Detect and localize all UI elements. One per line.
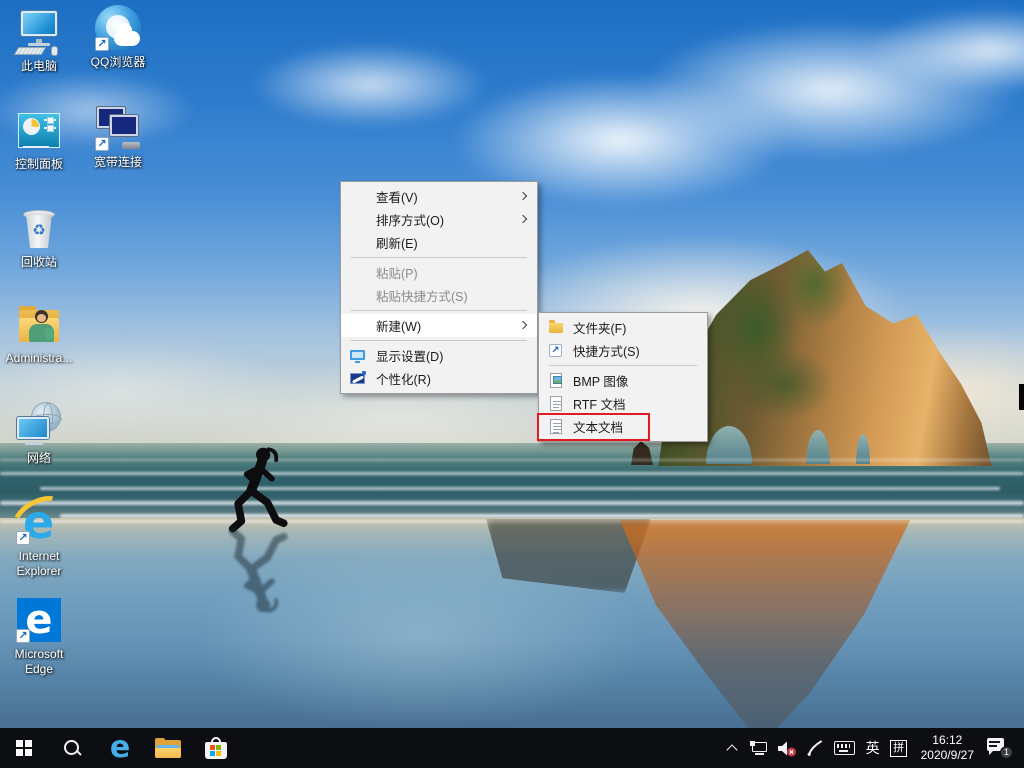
submenu-item-rtf-document[interactable]: RTF 文档: [539, 392, 707, 415]
notification-badge: 1: [1000, 746, 1013, 759]
tray-language-indicator[interactable]: 英: [861, 728, 885, 768]
clock-time: 16:12: [921, 733, 974, 748]
icon-label: 宽带连接: [80, 155, 156, 170]
recycle-bin-icon: ♻: [15, 204, 63, 252]
folder-icon: [548, 320, 564, 336]
chevron-right-icon: [519, 321, 527, 329]
action-center-button[interactable]: 1: [982, 728, 1018, 768]
menu-item-paste-shortcut[interactable]: 粘贴快捷方式(S): [341, 284, 537, 307]
clock-date: 2020/9/27: [921, 748, 974, 763]
shortcut-arrow-icon: [95, 137, 109, 151]
tray-network[interactable]: [745, 728, 773, 768]
search-button[interactable]: [48, 728, 96, 768]
menu-separator: [351, 257, 527, 258]
microsoft-edge-icon: e: [15, 596, 63, 644]
desktop-icon-internet-explorer[interactable]: e Internet Explorer: [1, 498, 77, 579]
chevron-up-icon: [726, 744, 737, 755]
submenu-item-folder[interactable]: 文件夹(F): [539, 316, 707, 339]
wave-foam: [0, 501, 1024, 505]
icon-label: 回收站: [1, 255, 77, 270]
runner-reflection: [214, 515, 297, 615]
volume-muted-icon: [777, 740, 797, 757]
menu-separator: [549, 365, 697, 366]
windows-logo-icon: [16, 740, 33, 757]
file-explorer-icon: [155, 738, 181, 758]
shortcut-arrow-icon: [16, 531, 30, 545]
chevron-right-icon: [519, 192, 527, 200]
menu-item-display-settings[interactable]: 显示设置(D): [341, 344, 537, 367]
menu-separator: [351, 310, 527, 311]
icon-label: 控制面板: [1, 157, 77, 172]
network-status-icon: [750, 741, 768, 755]
pen-icon: [806, 739, 824, 757]
menu-item-new[interactable]: 新建(W): [341, 314, 537, 337]
network-icon: [15, 400, 63, 448]
desktop-icon-microsoft-edge[interactable]: e Microsoft Edge: [1, 596, 77, 677]
desktop-context-menu: 查看(V) 排序方式(O) 刷新(E) 粘贴(P) 粘贴快捷方式(S) 新建(W…: [340, 181, 538, 394]
wave-foam: [40, 487, 1000, 490]
submenu-item-shortcut[interactable]: 快捷方式(S): [539, 339, 707, 362]
wave-foam: [0, 472, 1024, 475]
rtf-file-icon: [548, 396, 564, 412]
icon-label: Administra...: [1, 351, 77, 366]
screen-edge-artifact: [1019, 384, 1024, 410]
tray-clock[interactable]: 16:12 2020/9/27: [913, 728, 982, 768]
desktop-icon-network[interactable]: 网络: [1, 400, 77, 466]
search-icon: [63, 739, 81, 757]
desktop-icon-control-panel[interactable]: 控制面板: [1, 106, 77, 172]
microsoft-store-icon: [204, 736, 228, 760]
desktop-icon-recycle-bin[interactable]: ♻ 回收站: [1, 204, 77, 270]
icon-label: Microsoft Edge: [1, 647, 77, 677]
shortcut-arrow-icon: [95, 37, 109, 51]
wave-foam: [0, 459, 1024, 461]
icon-label: 此电脑: [1, 59, 77, 74]
tray-pen[interactable]: [801, 728, 829, 768]
windows-desktop: 此电脑 QQ浏览器 控制面板 宽带连接 ♻ 回收站: [0, 0, 1024, 768]
tray-volume[interactable]: [773, 728, 801, 768]
chevron-right-icon: [519, 215, 527, 223]
icon-label: 网络: [1, 451, 77, 466]
taskbar: e: [0, 728, 1024, 768]
internet-explorer-icon: e: [15, 498, 63, 546]
microsoft-store-button[interactable]: [192, 728, 240, 768]
qq-browser-icon: [94, 4, 142, 52]
menu-item-refresh[interactable]: 刷新(E): [341, 231, 537, 254]
broadband-icon: [94, 104, 142, 152]
menu-item-sort-by[interactable]: 排序方式(O): [341, 208, 537, 231]
tray-ime-indicator[interactable]: 拼: [885, 728, 913, 768]
display-settings-icon: [350, 348, 366, 364]
personalization-icon: [350, 371, 366, 387]
this-pc-icon: [15, 8, 63, 56]
taskbar-left: e: [0, 728, 240, 768]
desktop-icon-broadband[interactable]: 宽带连接: [80, 104, 156, 170]
keyboard-icon: [834, 741, 855, 755]
file-explorer-button[interactable]: [144, 728, 192, 768]
user-folder-icon: [15, 300, 63, 348]
desktop-icon-administrator[interactable]: Administra...: [1, 300, 77, 366]
menu-separator: [351, 340, 527, 341]
menu-item-personalize[interactable]: 个性化(R): [341, 367, 537, 390]
icon-label: Internet Explorer: [1, 549, 77, 579]
tray-touch-keyboard[interactable]: [829, 728, 861, 768]
submenu-item-bmp-image[interactable]: BMP 图像: [539, 369, 707, 392]
annotation-highlight-box: [537, 413, 650, 441]
notification-icon: 1: [987, 737, 1013, 759]
start-button[interactable]: [0, 728, 48, 768]
system-tray: 英 拼 16:12 2020/9/27 1: [719, 728, 1024, 768]
icon-label: QQ浏览器: [80, 55, 156, 70]
taskbar-edge-button[interactable]: e: [96, 728, 144, 768]
shortcut-arrow-icon: [16, 629, 30, 643]
desktop-icon-this-pc[interactable]: 此电脑: [1, 8, 77, 74]
control-panel-icon: [15, 106, 63, 154]
tray-show-hidden-icons[interactable]: [719, 728, 745, 768]
menu-item-paste[interactable]: 粘贴(P): [341, 261, 537, 284]
desktop-icon-qq-browser[interactable]: QQ浏览器: [80, 4, 156, 70]
edge-icon: e: [110, 733, 130, 763]
menu-item-view[interactable]: 查看(V): [341, 185, 537, 208]
shortcut-icon: [548, 343, 564, 359]
bmp-file-icon: [548, 373, 564, 389]
